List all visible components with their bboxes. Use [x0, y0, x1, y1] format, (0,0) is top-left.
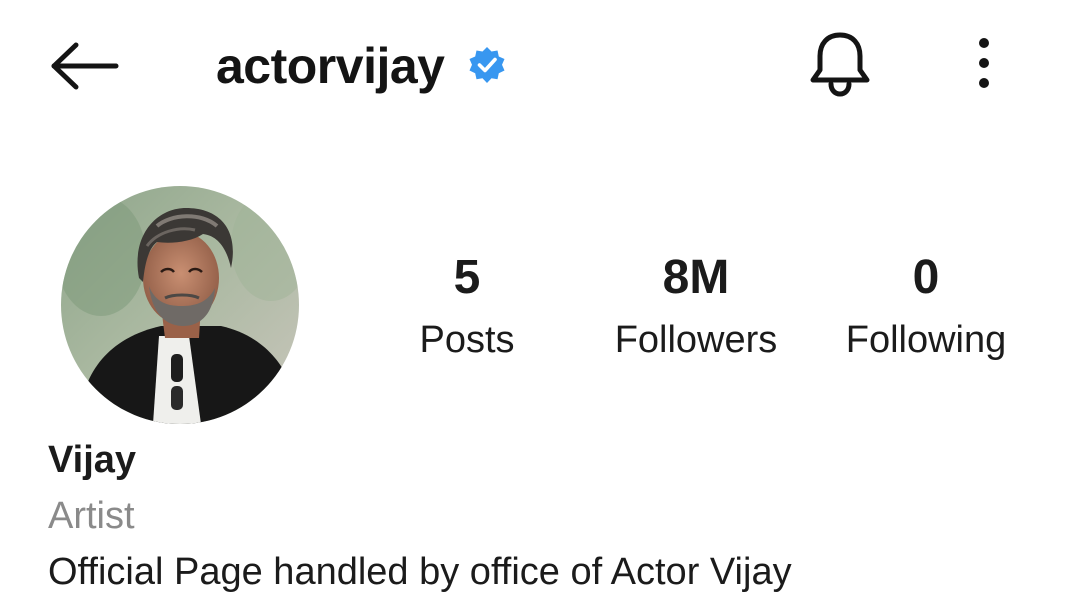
more-vertical-icon: [976, 37, 992, 94]
following-count: 0: [912, 251, 940, 304]
profile-bio: Official Page handled by office of Actor…: [48, 551, 792, 593]
followers-label: Followers: [614, 319, 778, 361]
back-button[interactable]: [44, 36, 124, 100]
posts-label: Posts: [419, 319, 515, 361]
following-stat[interactable]: 0 Following: [826, 250, 1026, 364]
following-label: Following: [845, 319, 1007, 361]
profile-category: Artist: [48, 495, 135, 537]
profile-avatar[interactable]: [61, 186, 299, 424]
notifications-button[interactable]: [800, 28, 880, 104]
bell-icon: [807, 29, 873, 104]
profile-name: Vijay: [48, 439, 137, 481]
arrow-left-icon: [48, 42, 120, 95]
username: actorvijay: [216, 38, 445, 94]
followers-stat[interactable]: 8M Followers: [596, 250, 796, 364]
posts-count: 5: [453, 251, 481, 304]
more-options-button[interactable]: [958, 30, 1010, 100]
posts-stat[interactable]: 5 Posts: [402, 250, 532, 364]
profile-header-title: actorvijay: [216, 30, 508, 102]
followers-count: 8M: [662, 251, 730, 304]
verified-badge-icon: [466, 45, 508, 87]
